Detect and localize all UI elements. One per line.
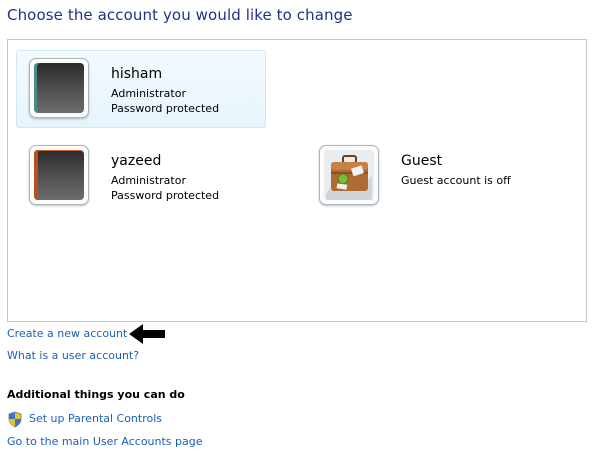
left-arrow-icon — [129, 324, 165, 344]
account-name: Guest — [401, 153, 443, 169]
account-type: Administrator — [111, 174, 186, 187]
account-tile-hisham[interactable]: hisham Administrator Password protected — [16, 50, 266, 128]
main-user-accounts-link[interactable]: Go to the main User Accounts page — [7, 435, 203, 448]
avatar — [29, 145, 89, 205]
account-tile-guest[interactable]: Guest Guest account is off — [306, 137, 556, 215]
user-avatar-icon — [34, 150, 84, 200]
user-avatar-icon — [34, 63, 84, 113]
shield-icon — [8, 411, 22, 428]
account-name: hisham — [111, 66, 163, 82]
briefcase-icon — [324, 150, 374, 200]
accounts-panel: hisham Administrator Password protected … — [7, 39, 587, 322]
what-is-user-account-link[interactable]: What is a user account? — [7, 349, 139, 362]
account-name: yazeed — [111, 153, 162, 169]
account-tile-yazeed[interactable]: yazeed Administrator Password protected — [16, 137, 266, 215]
additional-things-heading: Additional things you can do — [7, 388, 185, 401]
avatar — [319, 145, 379, 205]
account-status: Guest account is off — [401, 174, 511, 187]
create-account-link[interactable]: Create a new account — [7, 327, 127, 340]
avatar — [29, 58, 89, 118]
account-status: Password protected — [111, 189, 220, 202]
account-status: Password protected — [111, 102, 220, 115]
account-type: Administrator — [111, 87, 186, 100]
parental-controls-link[interactable]: Set up Parental Controls — [29, 412, 162, 425]
page-title: Choose the account you would like to cha… — [7, 6, 353, 24]
